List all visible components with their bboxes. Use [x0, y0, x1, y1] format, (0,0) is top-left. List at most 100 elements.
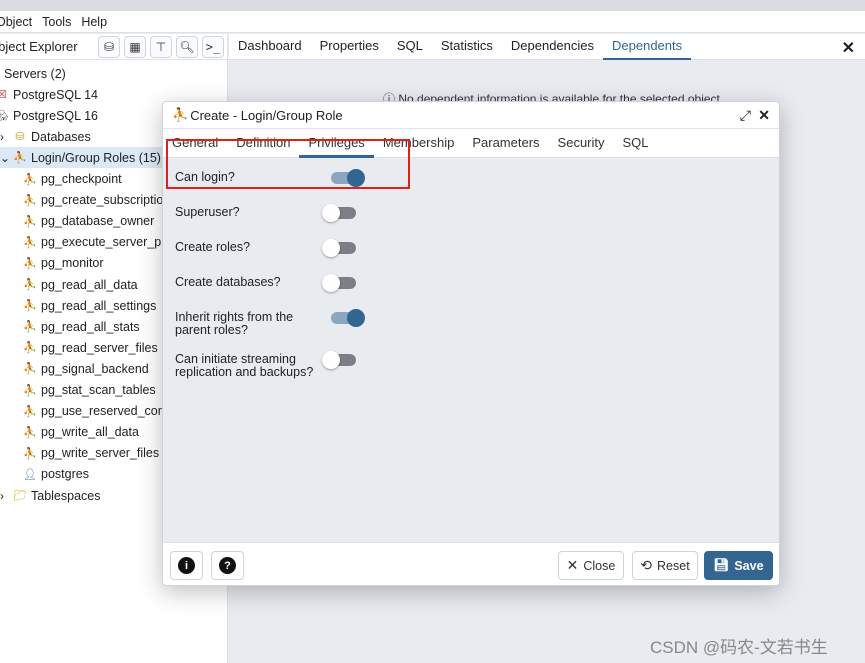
tree-item-label: postgres — [41, 467, 89, 482]
tree-item-label: Databases — [31, 129, 91, 144]
chevron-right-icon[interactable]: › — [0, 130, 12, 144]
group-role-icon: ⛹ — [23, 342, 37, 355]
role-icon: ⛹ — [172, 107, 189, 122]
tree-item-label: pg_read_all_settings — [41, 298, 157, 313]
group-role-icon: ⛹ — [23, 173, 37, 186]
maximize-icon[interactable]: ⤢ — [740, 107, 751, 124]
tree-item-label: pg_write_server_files — [41, 446, 160, 461]
tree-item-label: pg_database_owner — [41, 214, 155, 229]
tree-item-label: PostgreSQL 14 — [13, 87, 99, 102]
tree-item-label: pg_create_subscription — [41, 193, 171, 208]
title-bar — [0, 0, 865, 11]
privilege-label: Create roles? — [175, 240, 251, 254]
group-role-icon: ⛹ — [23, 194, 37, 207]
chevron-right-icon[interactable]: › — [0, 489, 12, 503]
terminal-icon[interactable]: >_ — [202, 35, 224, 58]
group-role-icon: ⛹ — [23, 300, 37, 313]
watermark: CSDN @码农-文若书生 — [650, 638, 828, 657]
group-role-icon: ⛹ — [23, 384, 37, 397]
tree-item-label: pg_read_all_stats — [41, 319, 140, 334]
tab-dependencies[interactable]: Dependencies — [502, 34, 603, 60]
tree-item-label: pg_monitor — [41, 256, 104, 271]
main-tabs: Dashboard Properties SQL Statistics Dependen… — [229, 34, 865, 60]
search-icon[interactable]: 🔍︎ — [176, 35, 198, 58]
tree-item-label: pg_read_all_data — [41, 277, 138, 292]
privilege-toggle[interactable] — [322, 274, 356, 292]
toggle-knob — [322, 351, 340, 369]
group-role-icon: ⛹ — [23, 215, 37, 228]
tree-item-label: pg_stat_scan_tables — [41, 383, 156, 397]
tab-sql[interactable]: SQL — [388, 34, 432, 60]
menu-bar: Object Tools Help — [0, 11, 865, 33]
group-role-icon: ⛹ — [23, 257, 37, 270]
panel-title: Object Explorer — [0, 39, 78, 54]
roles-icon: ⛹ — [13, 152, 27, 165]
object-explorer-header: Object Explorer ⛁ ▦ ⊤ 🔍︎ >_ — [0, 34, 228, 60]
save-icon: 💾︎ — [713, 558, 730, 572]
privilege-label: Create databases? — [175, 275, 281, 289]
group-role-icon: ⛹ — [23, 405, 37, 418]
dialog-tab-parameters[interactable]: Parameters — [463, 129, 548, 158]
highlight-box — [166, 139, 410, 189]
reset-button[interactable]: ⟲ Reset — [632, 551, 698, 580]
help-icon: ? — [219, 557, 236, 574]
privilege-toggle[interactable] — [331, 309, 365, 327]
menu-tools[interactable]: Tools — [42, 15, 71, 29]
help-button[interactable]: ? — [211, 551, 244, 580]
close-button[interactable]: ✕ Close — [558, 551, 624, 580]
toggle-knob — [322, 239, 340, 257]
close-tab-icon[interactable]: ✕ — [842, 38, 855, 58]
privilege-toggle[interactable] — [322, 204, 356, 222]
privilege-label: Can initiate streaming replication and b… — [175, 352, 314, 379]
tree-item-label: pg_checkpoint — [41, 172, 122, 186]
table-icon[interactable]: ▦ — [124, 35, 146, 58]
group-role-icon: ⛹ — [23, 426, 37, 439]
tab-statistics[interactable]: Statistics — [432, 34, 502, 60]
tree-item[interactable]: Servers (2) — [0, 63, 228, 84]
save-button[interactable]: 💾︎ Save — [704, 551, 773, 580]
elephant-icon: 🐘︎ — [0, 110, 9, 123]
privilege-label: Superuser? — [175, 205, 240, 219]
privilege-toggle[interactable] — [322, 351, 356, 369]
folder-icon: 📁︎ — [13, 490, 27, 502]
group-role-icon: ⛹ — [23, 447, 37, 460]
privilege-toggle[interactable] — [322, 239, 356, 257]
group-role-icon: ⛹ — [23, 321, 37, 334]
toggle-knob — [322, 204, 340, 222]
tree-item-label: pg_write_all_data — [41, 425, 139, 440]
dialog-tab-sql[interactable]: SQL — [614, 129, 658, 158]
tree-item-label: pg_signal_backend — [41, 361, 149, 376]
server-disconnected-icon: ☒ — [0, 89, 7, 102]
close-label: Close — [583, 558, 616, 573]
dialog-title: Create - Login/Group Role — [190, 107, 343, 123]
filter-table-icon[interactable]: ⊤ — [150, 35, 172, 58]
tree-item-label: Servers (2) — [4, 66, 66, 81]
reset-label: Reset — [657, 558, 690, 573]
reset-icon: ⟲ — [640, 557, 653, 573]
query-tool-icon[interactable]: ⛁ — [98, 35, 120, 58]
toggle-knob — [322, 274, 340, 292]
group-role-icon: ⛹ — [23, 279, 37, 291]
chevron-down-icon[interactable]: ⌄ — [0, 151, 12, 165]
save-label: Save — [734, 558, 764, 573]
tree-item-label: Tablespaces — [31, 488, 101, 503]
tree-item-label: Login/Group Roles (15) — [31, 150, 161, 165]
login-role-icon: 👤︎ — [23, 468, 37, 481]
toggle-knob — [347, 309, 365, 327]
group-role-icon: ⛹ — [23, 236, 37, 249]
tab-dashboard[interactable]: Dashboard — [229, 34, 311, 60]
privilege-label: Inherit rights from the parent roles? — [175, 310, 294, 337]
menu-help[interactable]: Help — [81, 15, 107, 29]
tree-item-label: pg_read_server_files — [41, 340, 158, 355]
tree-item-label: PostgreSQL 16 — [13, 108, 99, 123]
tab-dependents[interactable]: Dependents — [603, 34, 692, 60]
info-button[interactable]: i — [170, 551, 203, 580]
dialog-footer: i ? ✕ Close ⟲ Reset 💾︎ Save — [163, 542, 779, 585]
close-icon: ✕ — [566, 557, 579, 573]
menu-object[interactable]: Object — [0, 15, 32, 29]
group-role-icon: ⛹ — [23, 363, 37, 376]
tab-properties[interactable]: Properties — [311, 34, 388, 60]
dialog-header: ⛹ Create - Login/Group Role ⤢ ✕ — [163, 102, 779, 129]
close-dialog-icon[interactable]: ✕ — [758, 107, 770, 124]
dialog-tab-security[interactable]: Security — [549, 129, 614, 158]
